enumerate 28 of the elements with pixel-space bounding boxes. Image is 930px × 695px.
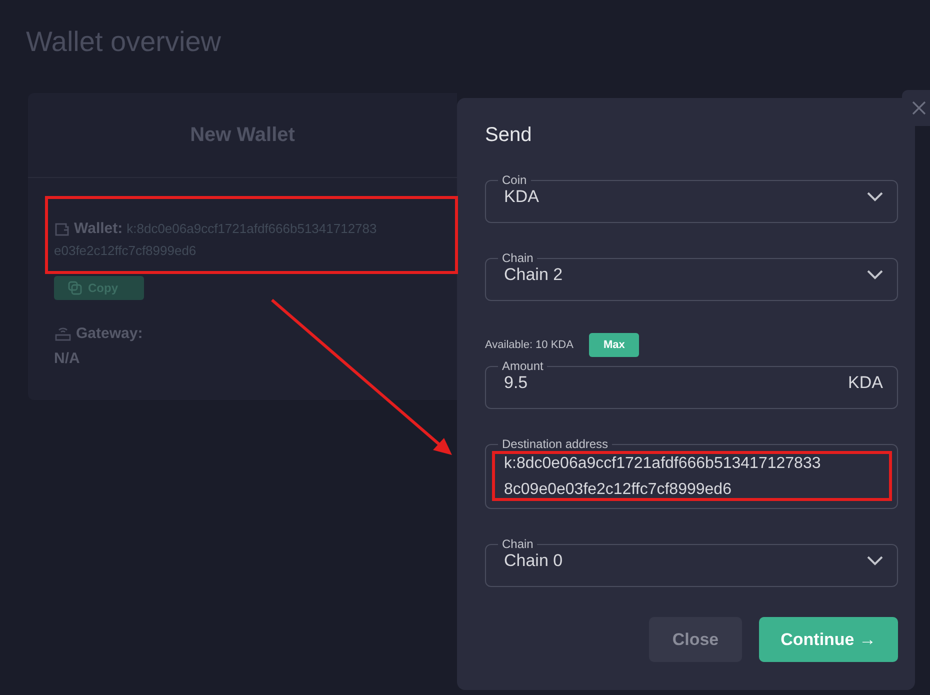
address-value: k:8dc0e06a9ccf1721afdf666b513417127833 <box>504 454 821 474</box>
field-label: Coin <box>501 173 528 187</box>
select-field[interactable]: Chain Chain 2 <box>485 251 898 301</box>
chevron-down-icon <box>867 556 883 566</box>
field-label: Destination address <box>501 437 610 451</box>
chevron-down-icon <box>867 192 883 202</box>
select-field[interactable]: Coin KDA <box>485 173 898 223</box>
select-field[interactable]: Chain Chain 0 <box>485 537 898 587</box>
close-icon[interactable] <box>902 90 930 126</box>
select-value: Chain 2 <box>504 265 563 285</box>
copy-icon <box>68 281 82 295</box>
address-field[interactable]: Destination address k:8dc0e06a9ccf1721afdf666b513417127833 8c09e0e03fe2c12ffc7cf8999ed6 <box>485 437 898 509</box>
currency-unit: KDA <box>848 373 883 393</box>
amount-field[interactable]: Amount 9.5 KDA <box>485 359 898 409</box>
gateway-label: Gateway: <box>76 324 143 342</box>
wallet-icon <box>54 220 70 236</box>
select-value: Chain 0 <box>504 551 563 571</box>
gateway-value: N/A <box>54 350 80 367</box>
dialog-title: Send <box>485 124 533 147</box>
address-value: 8c09e0e03fe2c12ffc7cf8999ed6 <box>504 480 732 500</box>
available-balance: Available: 10 KDA <box>485 339 574 351</box>
amount-value: 9.5 <box>504 373 528 393</box>
field-label: Chain <box>501 251 534 265</box>
field-label: Chain <box>501 537 534 551</box>
chevron-down-icon <box>867 270 883 280</box>
wallet-label: Wallet: <box>74 220 123 237</box>
select-value: KDA <box>504 187 539 207</box>
field-label: Amount <box>501 359 544 373</box>
